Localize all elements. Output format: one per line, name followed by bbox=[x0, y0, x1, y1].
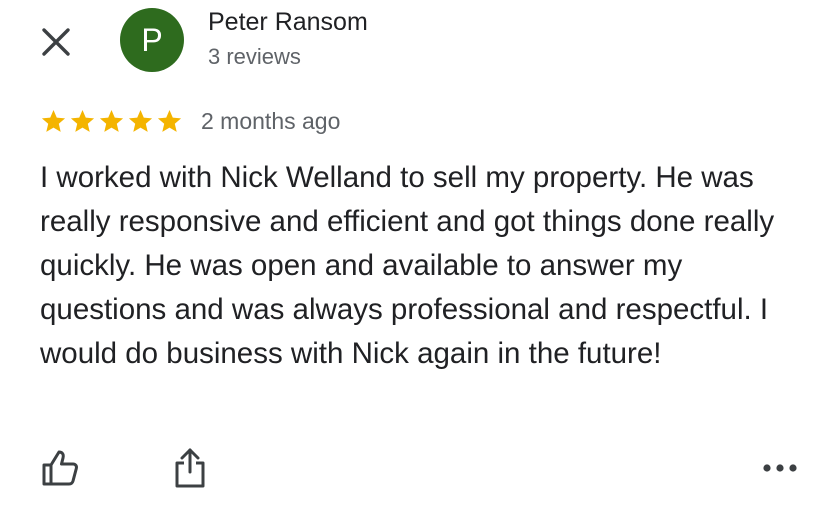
star-filled-icon bbox=[70, 109, 95, 132]
review-date: 2 months ago bbox=[201, 107, 341, 134]
star-filled-icon bbox=[99, 109, 124, 132]
close-button[interactable] bbox=[36, 22, 76, 62]
reviewer-name[interactable]: Peter Ransom bbox=[208, 8, 368, 37]
review-text: I worked with Nick Welland to sell my pr… bbox=[40, 161, 775, 370]
review-count: 3 reviews bbox=[208, 44, 301, 69]
thumbs-up-icon bbox=[42, 450, 78, 486]
avatar-letter: P bbox=[141, 22, 163, 58]
star-filled-icon bbox=[128, 109, 153, 132]
share-icon bbox=[175, 448, 205, 488]
rating-row: 2 months ago bbox=[40, 106, 340, 136]
star-filled-icon bbox=[41, 109, 66, 132]
share-button[interactable] bbox=[168, 446, 212, 490]
star-filled-icon bbox=[157, 109, 182, 132]
close-icon bbox=[42, 28, 70, 56]
avatar[interactable]: P bbox=[120, 8, 184, 72]
like-button[interactable] bbox=[38, 446, 82, 490]
review-detail: P Peter Ransom 3 reviews 2 months ago I … bbox=[0, 0, 828, 523]
star-rating bbox=[40, 108, 183, 135]
more-options-button[interactable] bbox=[758, 452, 802, 484]
more-options-icon bbox=[763, 464, 797, 472]
